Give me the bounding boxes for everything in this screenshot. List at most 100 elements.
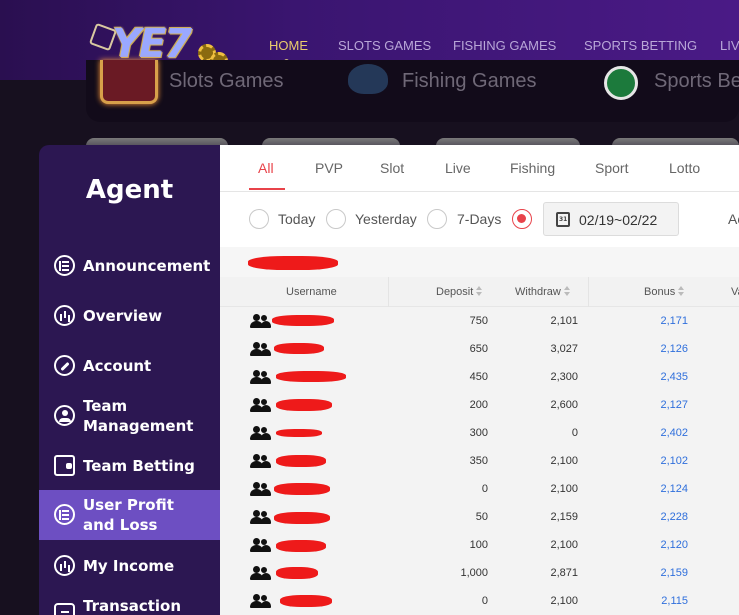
game-type-tabs: All PVP Slot Live Fishing Sport Lotto (220, 145, 739, 192)
sidebar-item-announcement[interactable]: Announcement (39, 241, 220, 291)
sidebar-item-team-betting[interactable]: Team Betting (39, 441, 220, 491)
sidebar-item-label: User Profit and Loss (83, 496, 174, 534)
table-row[interactable]: 350 2,100 2,102 (220, 447, 739, 475)
table-row[interactable]: 450 2,300 2,435 (220, 363, 739, 391)
column-header-valid[interactable]: Va (731, 286, 739, 298)
bonus-cell[interactable]: 2,120 (638, 539, 688, 551)
table-row[interactable]: 0 2,100 2,115 (220, 587, 739, 615)
redacted-username (272, 315, 334, 326)
column-header-bonus[interactable]: Bonus (644, 286, 685, 298)
chart-circle-icon (54, 555, 75, 576)
bonus-cell[interactable]: 2,124 (638, 483, 688, 495)
bonus-cell[interactable]: 2,102 (638, 455, 688, 467)
sidebar-item-label: Team Management (83, 397, 194, 435)
sidebar-item-team-management[interactable]: Team Management (39, 391, 220, 441)
nav-fishing-games[interactable]: FISHING GAMES (453, 38, 556, 53)
table-row[interactable]: 300 0 2,402 (220, 419, 739, 447)
game-category-sports[interactable]: Sports Be (654, 70, 739, 93)
withdraw-cell: 2,871 (550, 567, 578, 579)
date-filter-bar: Today Yesterday 7-Days 02/19~02/22 Accou (220, 192, 739, 247)
tab-pvp[interactable]: PVP (315, 160, 343, 176)
team-users-icon (249, 314, 271, 328)
team-users-icon (249, 566, 271, 580)
withdraw-cell: 0 (571, 427, 578, 439)
sidebar-item-label: Announcement (83, 257, 211, 275)
column-header-username[interactable]: Username (286, 286, 337, 298)
team-users-icon (249, 538, 271, 552)
deposit-cell: 300 (469, 427, 488, 439)
tab-fishing[interactable]: Fishing (510, 160, 555, 176)
sidebar-item-my-income[interactable]: My Income (39, 541, 220, 591)
radio-yesterday[interactable] (326, 209, 346, 229)
bonus-cell[interactable]: 2,228 (638, 511, 688, 523)
redacted-username (276, 371, 346, 382)
bonus-cell[interactable]: 2,126 (638, 343, 688, 355)
table-row[interactable]: 50 2,159 2,228 (220, 503, 739, 531)
user-circle-icon (54, 405, 75, 426)
redacted-username (248, 256, 338, 270)
withdraw-cell: 2,300 (550, 371, 578, 383)
slot-machine-icon (100, 60, 158, 104)
tab-sport[interactable]: Sport (595, 160, 628, 176)
sidebar-item-label: Account (83, 357, 152, 375)
calendar-icon (556, 212, 570, 227)
tab-slot[interactable]: Slot (380, 160, 404, 176)
table-row[interactable]: 0 2,100 2,124 (220, 475, 739, 503)
tab-live[interactable]: Live (445, 160, 471, 176)
game-category-slots[interactable]: Slots Games (169, 70, 283, 93)
team-users-icon (249, 454, 271, 468)
bonus-cell[interactable]: 2,171 (638, 315, 688, 327)
sidebar-item-transaction[interactable]: Transaction (39, 591, 220, 615)
column-header-deposit[interactable]: Deposit (436, 286, 483, 298)
sidebar-item-account[interactable]: Account (39, 341, 220, 391)
date-range-picker[interactable]: 02/19~02/22 (543, 202, 679, 236)
bonus-cell[interactable]: 2,435 (638, 371, 688, 383)
table-row[interactable]: 750 2,101 2,171 (220, 307, 739, 335)
deposit-cell: 200 (469, 399, 488, 411)
main-nav: HOME SLOTS GAMES FISHING GAMES SPORTS BE… (0, 38, 739, 54)
nav-sports-betting[interactable]: SPORTS BETTING (584, 38, 697, 53)
table-row[interactable]: 200 2,600 2,127 (220, 391, 739, 419)
bonus-cell[interactable]: 2,127 (638, 399, 688, 411)
deposit-cell: 50 (475, 511, 488, 523)
sidebar-item-overview[interactable]: Overview (39, 291, 220, 341)
column-header-label: Deposit (436, 286, 474, 298)
withdraw-cell: 2,600 (550, 399, 578, 411)
agent-sidebar: Agent Announcement Overview Account Team… (39, 145, 220, 615)
bonus-cell[interactable]: 2,402 (638, 427, 688, 439)
withdraw-cell: 2,100 (550, 455, 578, 467)
date-range-value: 02/19~02/22 (579, 212, 658, 228)
nav-live[interactable]: LIV (720, 38, 739, 53)
redacted-username (276, 399, 332, 411)
redacted-username (276, 429, 322, 437)
nav-home[interactable]: HOME (269, 38, 308, 53)
sidebar-item-label: Overview (83, 307, 163, 325)
deposit-cell: 1,000 (460, 567, 488, 579)
column-header-withdraw[interactable]: Withdraw (515, 286, 571, 298)
redacted-username (274, 483, 330, 495)
deposit-cell: 450 (469, 371, 488, 383)
chart-circle-icon (54, 305, 75, 326)
sidebar-item-user-profit-and-loss[interactable]: User Profit and Loss (39, 490, 220, 540)
game-category-fishing[interactable]: Fishing Games (402, 70, 537, 93)
redacted-username (276, 540, 326, 552)
table-row[interactable]: 100 2,100 2,120 (220, 531, 739, 559)
radio-7-days[interactable] (427, 209, 447, 229)
list-circle-icon (54, 504, 75, 525)
radio-label-7-days: 7-Days (457, 211, 502, 227)
tab-lotto[interactable]: Lotto (669, 160, 700, 176)
radio-today[interactable] (249, 209, 269, 229)
active-tab-indicator (249, 188, 285, 190)
table-row[interactable]: 1,000 2,871 2,159 (220, 559, 739, 587)
tab-all[interactable]: All (258, 160, 274, 176)
sidebar-item-label: Team Betting (83, 457, 195, 475)
sort-icon (476, 286, 483, 296)
nav-slots-games[interactable]: SLOTS GAMES (338, 38, 431, 53)
table-row[interactable]: 650 3,027 2,126 (220, 335, 739, 363)
bonus-cell[interactable]: 2,115 (638, 595, 688, 607)
team-users-icon (249, 370, 271, 384)
radio-custom-range[interactable] (512, 209, 532, 229)
sort-icon (678, 286, 685, 296)
bonus-cell[interactable]: 2,159 (638, 567, 688, 579)
redacted-username (274, 512, 330, 524)
